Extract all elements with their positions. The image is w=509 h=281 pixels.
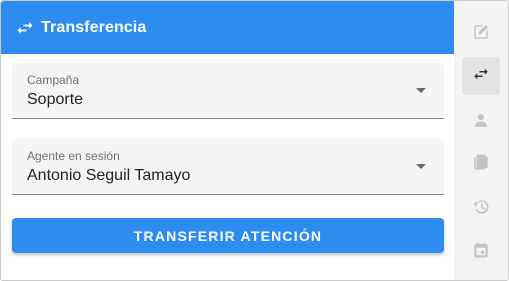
swap-arrows-icon [15, 18, 35, 38]
calendar-icon [472, 241, 490, 264]
rail-item-calendar[interactable] [462, 233, 500, 271]
agent-select[interactable]: Agente en sesión Antonio Seguil Tamayo [12, 139, 444, 195]
edit-square-icon [472, 23, 490, 46]
rail-item-edit[interactable] [462, 15, 500, 53]
rail-item-documents[interactable] [462, 145, 500, 183]
agent-value: Antonio Seguil Tamayo [27, 167, 191, 184]
campaign-select[interactable]: Campaña Soporte [12, 63, 444, 119]
rail-item-transfer[interactable] [462, 57, 500, 95]
swap-arrows-icon [472, 65, 490, 88]
history-icon [472, 198, 490, 221]
side-rail [454, 1, 508, 280]
campaign-value: Soporte [27, 91, 84, 108]
chevron-down-icon [416, 88, 426, 93]
transfer-button[interactable]: TRANSFERIR ATENCIÓN [12, 218, 444, 253]
documents-icon [472, 153, 490, 176]
panel-header: Transferencia [1, 1, 454, 54]
rail-item-contact[interactable] [462, 103, 500, 141]
campaign-label: Campaña [27, 73, 80, 87]
transfer-panel: Transferencia Campaña Soporte Agente en … [1, 1, 454, 280]
window-frame: Transferencia Campaña Soporte Agente en … [0, 0, 509, 281]
person-icon [472, 111, 490, 134]
chevron-down-icon [416, 164, 426, 169]
panel-title: Transferencia [41, 18, 147, 36]
agent-label: Agente en sesión [27, 149, 120, 163]
rail-item-history[interactable] [462, 190, 500, 228]
